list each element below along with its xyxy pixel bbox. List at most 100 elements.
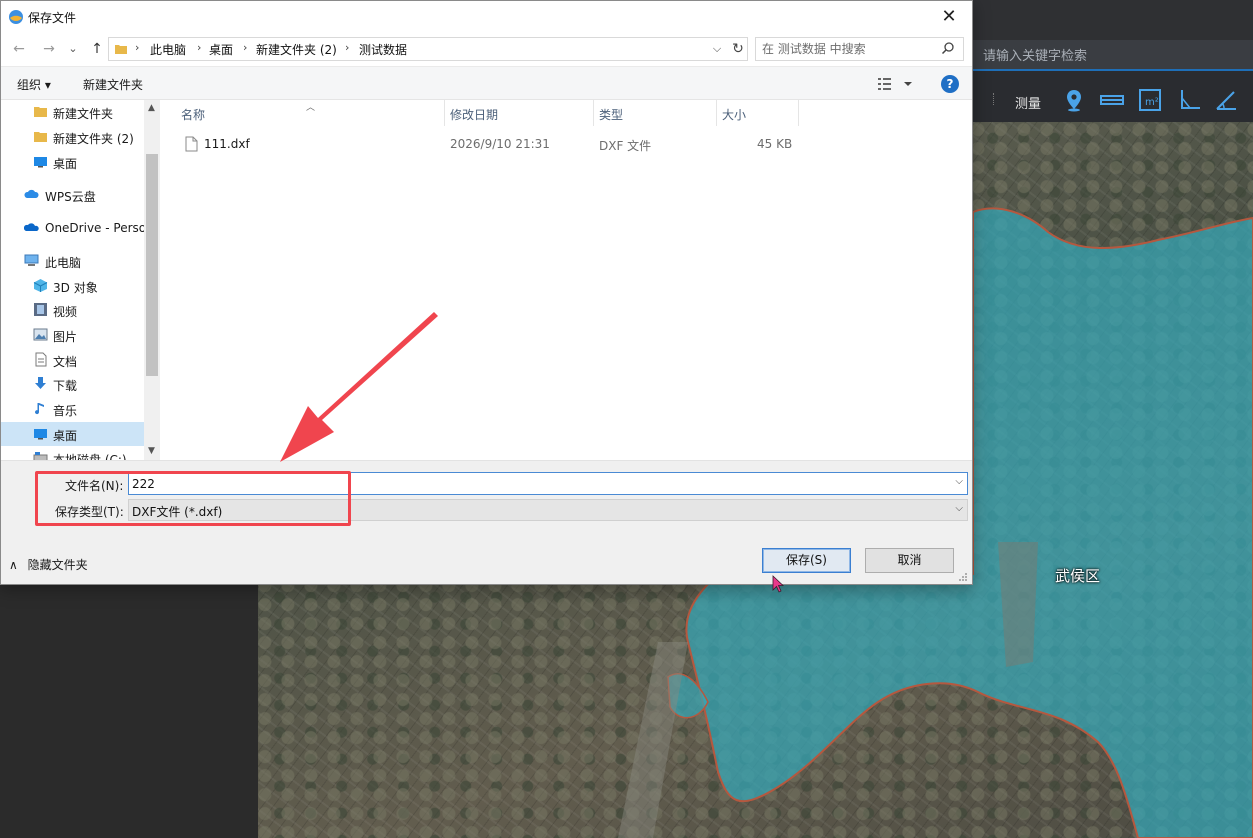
sidebar-item-label: 文档 [53, 355, 78, 369]
filetype-label: 保存类型(T): [55, 505, 124, 519]
breadcrumb-this-pc[interactable]: 此电脑 [150, 41, 186, 58]
breadcrumb-separator: › [345, 41, 350, 54]
triangle-measure-icon[interactable] [1214, 88, 1238, 112]
breadcrumb-new-folder-2[interactable]: 新建文件夹 (2) [256, 41, 337, 58]
sidebar-item-label: 桌面 [53, 157, 78, 171]
desktop-icon [34, 157, 47, 168]
sidebar-item-local-disk-c[interactable]: 本地磁盘 (C:) [1, 446, 144, 460]
scrollbar-thumb[interactable] [146, 154, 158, 376]
sidebar-item-documents[interactable]: 文档 [1, 348, 144, 372]
sidebar-item-label: 本地磁盘 (C:) [53, 453, 127, 460]
sidebar-item-music[interactable]: 音乐 [1, 397, 144, 421]
chevron-down-icon[interactable]: ⌵ [709, 40, 725, 58]
app-search-input[interactable] [983, 45, 1233, 67]
app-top-bar [973, 0, 1253, 40]
column-header-type[interactable]: 类型 [599, 100, 623, 126]
sidebar-item-label: 新建文件夹 (2) [53, 132, 134, 146]
file-icon [185, 136, 198, 152]
up-button[interactable]: ↑ [87, 40, 107, 58]
chevron-down-icon[interactable]: ⌵ [955, 503, 963, 514]
help-button[interactable]: ? [941, 75, 959, 93]
search-input[interactable] [762, 41, 937, 57]
mouse-cursor-icon [772, 575, 784, 593]
sidebar-item-wps-cloud[interactable]: WPS云盘 [1, 183, 144, 207]
cancel-button[interactable]: 取消 [865, 548, 954, 573]
sidebar-item-new-folder-2[interactable]: 新建文件夹 (2) [1, 125, 144, 149]
scroll-up-icon[interactable]: ▲ [148, 103, 156, 113]
new-folder-button[interactable]: 新建文件夹 [83, 76, 143, 93]
close-icon: ✕ [941, 6, 957, 27]
file-name: 111.dxf [204, 137, 250, 151]
area-icon[interactable]: m² [1138, 88, 1162, 112]
folder-icon [34, 132, 47, 142]
sidebar-item-desktop[interactable]: 桌面 [1, 150, 144, 174]
search-box [755, 37, 964, 61]
desktop-icon [34, 429, 47, 440]
dialog-title-bar[interactable]: 保存文件 ✕ [1, 1, 972, 32]
sidebar-item-label: 新建文件夹 [53, 107, 114, 121]
save-button[interactable]: 保存(S) [762, 548, 851, 573]
column-header-name[interactable]: 名称 [181, 100, 205, 126]
toolbar-separator [993, 93, 995, 105]
hide-folders-label: 隐藏文件夹 [27, 558, 88, 572]
app-toolbar: 测量 m² [973, 71, 1253, 122]
view-options-icon[interactable] [877, 76, 917, 92]
folder-icon [115, 45, 127, 54]
angle-icon[interactable] [1178, 88, 1202, 112]
search-icon[interactable] [941, 41, 955, 55]
sidebar-item-label: 视频 [53, 305, 78, 319]
sidebar-item-pictures[interactable]: 图片 [1, 323, 144, 347]
filename-combobox[interactable]: ⌵ [128, 472, 968, 495]
sidebar-item-videos[interactable]: 视频 [1, 298, 144, 322]
file-type: DXF 文件 [599, 139, 652, 153]
sidebar-item-this-pc[interactable]: 此电脑 [1, 249, 144, 273]
music-icon [35, 403, 44, 415]
sidebar-item-label: 下载 [53, 379, 78, 393]
resize-grip-icon[interactable] [958, 572, 968, 582]
sidebar-item-downloads[interactable]: 下载 [1, 372, 144, 396]
breadcrumb-desktop[interactable]: 桌面 [209, 41, 233, 58]
download-icon [35, 377, 46, 389]
drive-icon [33, 452, 48, 460]
column-divider[interactable] [798, 100, 799, 126]
sidebar-item-onedrive[interactable]: OneDrive - Perso [1, 216, 146, 240]
filename-input[interactable] [132, 475, 932, 492]
document-icon [35, 352, 47, 367]
column-divider[interactable] [716, 100, 717, 126]
location-pin-icon[interactable] [1062, 88, 1086, 112]
back-button[interactable]: ← [9, 40, 29, 58]
recent-locations-button[interactable]: ⌄ [63, 40, 83, 58]
file-row[interactable]: 111.dxf 2026/9/10 21:31 DXF 文件 45 KB [180, 133, 800, 155]
scroll-down-icon[interactable]: ▼ [148, 446, 156, 456]
column-header-size[interactable]: 大小 [722, 100, 746, 126]
forward-button[interactable]: → [39, 40, 59, 58]
file-list: ︿ 名称 修改日期 类型 大小 111.dxf 2026/9/10 21:31 … [160, 100, 972, 460]
cloud-icon [24, 189, 39, 198]
breadcrumb-test-data[interactable]: 测试数据 [359, 41, 407, 58]
refresh-icon[interactable]: ↻ [729, 40, 747, 58]
sidebar-item-label: 图片 [53, 330, 78, 344]
sidebar-item-3d-objects[interactable]: 3D 对象 [1, 274, 144, 298]
close-button[interactable]: ✕ [926, 1, 972, 32]
breadcrumb-separator: › [197, 41, 202, 54]
sidebar-item-label: 此电脑 [45, 256, 82, 270]
address-bar[interactable]: › 此电脑 › 桌面 › 新建文件夹 (2) › 测试数据 ⌵ ↻ [108, 37, 748, 61]
sidebar-item-label: 桌面 [53, 429, 78, 443]
ruler-icon[interactable] [1100, 88, 1124, 112]
sidebar-item-label: 音乐 [53, 404, 78, 418]
computer-icon [24, 254, 39, 266]
breadcrumb-separator: › [135, 41, 140, 54]
sidebar-item-new-folder[interactable]: 新建文件夹 [1, 100, 144, 124]
column-divider[interactable] [593, 100, 594, 126]
filetype-select[interactable]: DXF文件 (*.dxf) ⌵ [128, 499, 968, 521]
column-divider[interactable] [444, 100, 445, 126]
dialog-title: 保存文件 [28, 11, 77, 25]
navigation-pane: 新建文件夹 新建文件夹 (2) 桌面 WPS云盘 OneDrive - Pers… [1, 100, 160, 460]
organize-button[interactable]: 组织 ▾ [17, 76, 51, 93]
chevron-down-icon[interactable]: ⌵ [955, 476, 963, 487]
hide-folders-toggle[interactable]: ∧ 隐藏文件夹 [9, 556, 88, 573]
sidebar-item-desktop-selected[interactable]: 桌面 [1, 422, 144, 446]
sidebar-scrollbar[interactable]: ▲ ▼ [144, 100, 160, 460]
filetype-value: DXF文件 (*.dxf) [132, 505, 223, 519]
column-header-date[interactable]: 修改日期 [450, 100, 498, 126]
